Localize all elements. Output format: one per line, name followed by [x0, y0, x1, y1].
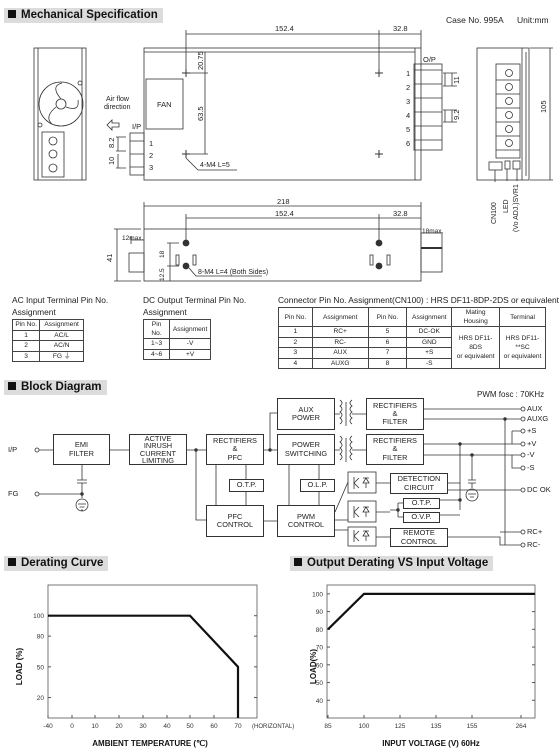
y-tick-label: 80	[37, 634, 45, 641]
x-tick-label: 100	[359, 723, 370, 730]
derating-line	[327, 592, 535, 631]
y-tick-label: 20	[37, 695, 45, 702]
y-tick-label: 50	[37, 664, 45, 671]
x-tick-label: 60	[210, 723, 218, 730]
derating-charts: 100 80 50 20 -40 0 10 20 30 40 50 60 70 AMBIENT TEMPE…	[15, 584, 536, 748]
x-tick-label: 264	[516, 723, 527, 730]
x-tick-label: 125	[395, 723, 406, 730]
y-tick-label: 40	[316, 698, 324, 705]
x-tick-label: 20	[115, 723, 123, 730]
y-axis-label: LOAD(%)	[309, 649, 318, 684]
y-tick-label: 100	[33, 613, 44, 620]
x-axis-label: AMBIENT TEMPERATURE (℃)	[92, 739, 208, 748]
x-tick-label: 85	[324, 723, 332, 730]
derating-line	[48, 614, 240, 718]
x-tick-label: 50	[186, 723, 194, 730]
y-tick-label: 100	[312, 591, 323, 598]
plot-frame	[326, 584, 536, 719]
y-axis-label: LOAD (%)	[15, 648, 24, 686]
x-tick-label: 40	[163, 723, 171, 730]
plot-frame	[47, 584, 258, 719]
y-tick-label: 90	[316, 609, 324, 616]
x-tick-label: 135	[431, 723, 442, 730]
x-tick-label: -40	[43, 723, 53, 730]
x-tick-label: 155	[467, 723, 478, 730]
x-tick-label: 70	[234, 723, 242, 730]
x-tick-label: 10	[91, 723, 99, 730]
x-axis-label: INPUT VOLTAGE (V) 60Hz	[382, 739, 480, 748]
x-axis-note: (HORIZONTAL)	[252, 724, 294, 730]
x-tick-label: 0	[70, 723, 74, 730]
y-tick-label: 80	[316, 627, 324, 634]
x-tick-label: 30	[139, 723, 147, 730]
